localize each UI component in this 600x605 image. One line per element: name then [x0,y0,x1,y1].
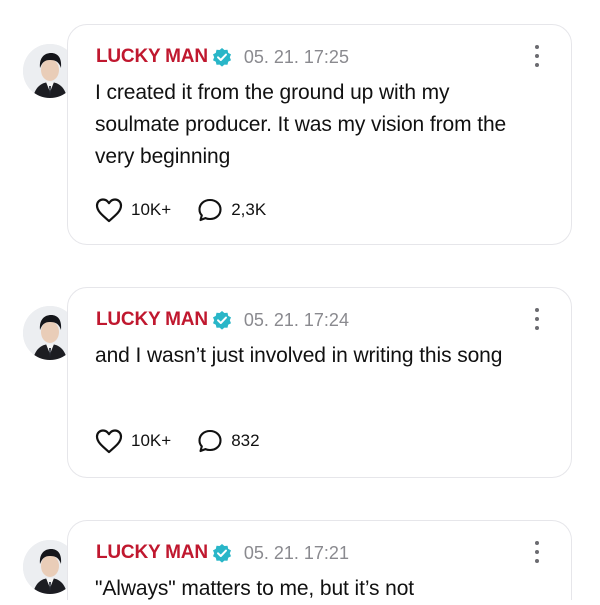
post-header: LUCKY MAN 05. 21. 17:21 [96,541,349,565]
like-button[interactable]: 10K+ [95,428,171,454]
post-header: LUCKY MAN 05. 21. 17:25 [96,45,349,69]
author-name[interactable]: LUCKY MAN [96,46,208,68]
post-card[interactable]: LUCKY MAN 05. 21. 17:25 I created it fro… [67,24,572,245]
post-card[interactable]: LUCKY MAN 05. 21. 17:24 and I wasn’t jus… [67,287,572,478]
post-timestamp: 05. 21. 17:25 [243,46,349,67]
post-actions: 10K+ 2,3K [95,197,292,223]
comment-bubble-icon [198,429,222,453]
post-actions: 10K+ 832 [95,428,286,454]
like-count: 10K+ [131,200,172,219]
more-vertical-icon[interactable] [533,45,541,71]
heart-icon [95,198,123,223]
author-name[interactable]: LUCKY MAN [96,542,208,564]
like-count: 10K+ [131,431,172,450]
post-header: LUCKY MAN 05. 21. 17:24 [96,308,349,332]
comment-button[interactable]: 2,3K [197,197,266,223]
more-vertical-icon[interactable] [533,308,541,334]
comment-count: 832 [231,431,260,450]
comment-bubble-icon [198,198,222,222]
comment-count: 2,3K [231,200,267,219]
post-text: I created it from the ground up with my … [95,81,507,168]
comment-button[interactable]: 832 [197,428,260,454]
more-vertical-icon[interactable] [533,541,541,567]
author-name[interactable]: LUCKY MAN [96,309,208,331]
verified-badge-icon [212,310,232,330]
like-button[interactable]: 10K+ [95,197,171,223]
verified-badge-icon [212,543,232,563]
post-timestamp: 05. 21. 17:24 [243,309,349,330]
post-text: and I wasn’t just involved in writing th… [95,344,503,367]
verified-badge-icon [212,47,232,67]
post-timestamp: 05. 21. 17:21 [243,542,349,563]
post-card[interactable]: LUCKY MAN 05. 21. 17:21 "Always" matters… [67,520,572,600]
post-text: "Always" matters to me, but it’s not [95,577,415,600]
heart-icon [95,429,123,454]
